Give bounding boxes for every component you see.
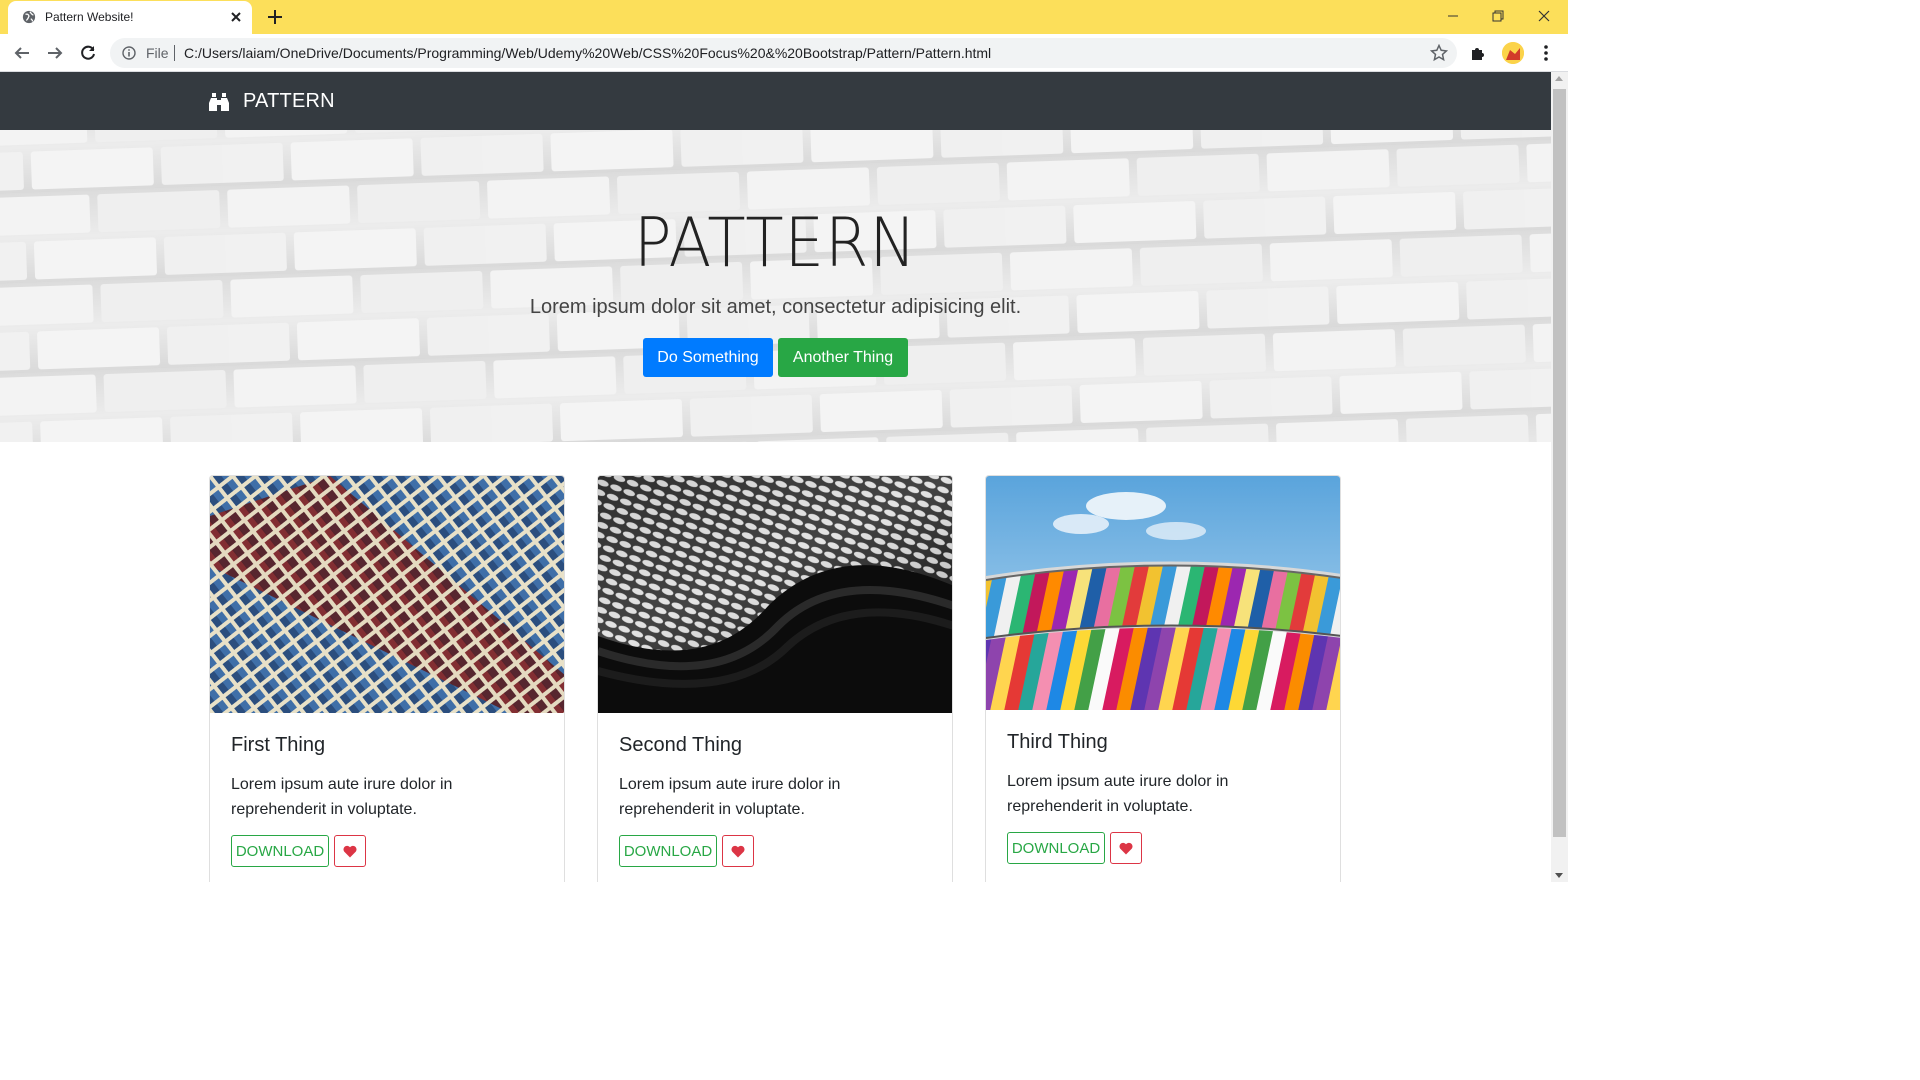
page-viewport: PATTERN PATTERN Lorem ipsum dolor sit am… <box>0 72 1551 882</box>
heart-icon <box>343 845 357 857</box>
download-button[interactable]: DOWNLOAD <box>1007 832 1105 864</box>
new-tab-icon[interactable] <box>266 8 284 26</box>
restore-button[interactable] <box>1475 0 1520 32</box>
site-navbar: PATTERN <box>0 72 1551 130</box>
page-scrollbar[interactable] <box>1551 72 1568 882</box>
scroll-up-arrow-icon[interactable] <box>1555 76 1563 81</box>
restore-icon <box>1492 10 1503 22</box>
card-second-thing: Second Thing Lorem ipsum aute irure dolo… <box>597 475 953 882</box>
scheme-separator <box>174 45 175 61</box>
arrow-right-icon <box>48 47 63 59</box>
close-tab-icon[interactable] <box>229 10 243 24</box>
download-button[interactable]: DOWNLOAD <box>619 835 717 867</box>
window-close-button[interactable] <box>1521 0 1566 32</box>
navbar-brand[interactable]: PATTERN <box>243 90 335 113</box>
hero-jumbotron: PATTERN Lorem ipsum dolor sit amet, cons… <box>0 130 1551 442</box>
close-icon <box>1538 10 1549 22</box>
another-thing-button[interactable]: Another Thing <box>778 338 908 377</box>
card-third-thing: Third Thing Lorem ipsum aute irure dolor… <box>985 475 1341 882</box>
reload-button[interactable] <box>76 41 100 65</box>
back-button[interactable] <box>10 41 34 65</box>
browser-toolbar: File C:/Users/laiam/OneDrive/Documents/P… <box>0 34 1568 72</box>
address-bar[interactable]: File C:/Users/laiam/OneDrive/Documents/P… <box>110 38 1457 68</box>
card-image-colorful-panels <box>986 476 1340 710</box>
minimize-button[interactable] <box>1430 0 1475 32</box>
do-something-button[interactable]: Do Something <box>643 338 773 377</box>
card-text: Lorem ipsum aute irure dolor in reprehen… <box>619 776 841 818</box>
scheme-label: File <box>146 45 169 61</box>
card-title: First Thing <box>231 734 326 756</box>
url-text[interactable]: C:/Users/laiam/OneDrive/Documents/Progra… <box>184 45 991 61</box>
binoculars-icon <box>209 93 229 111</box>
reload-icon <box>81 45 95 60</box>
profile-avatar[interactable] <box>1502 42 1524 64</box>
card-text: Lorem ipsum aute irure dolor in reprehen… <box>1007 773 1229 815</box>
heart-icon <box>731 845 745 857</box>
card-title: Second Thing <box>619 734 743 756</box>
kebab-menu-icon[interactable] <box>1538 43 1554 63</box>
browser-titlebar: Pattern Website! <box>0 0 1568 34</box>
tab-title: Pattern Website! <box>45 10 134 24</box>
scroll-down-arrow-icon[interactable] <box>1555 873 1563 878</box>
card-text: Lorem ipsum aute irure dolor in reprehen… <box>231 776 453 818</box>
scroll-thumb[interactable] <box>1553 89 1566 837</box>
brick-wall-background <box>0 130 1551 442</box>
card-first-thing: First Thing Lorem ipsum aute irure dolor… <box>209 475 565 882</box>
heart-icon <box>1119 842 1133 854</box>
globe-icon <box>22 10 36 24</box>
download-button[interactable]: DOWNLOAD <box>231 835 329 867</box>
like-button[interactable] <box>722 835 754 867</box>
forward-button[interactable] <box>43 41 67 65</box>
info-icon[interactable] <box>122 46 136 60</box>
card-image-building-facade <box>210 476 564 713</box>
card-title: Third Thing <box>1007 731 1108 753</box>
card-image-curved-architecture <box>598 476 952 713</box>
like-button[interactable] <box>1110 832 1142 864</box>
profile-picture-icon <box>1502 42 1524 64</box>
browser-tab[interactable]: Pattern Website! <box>8 1 252 34</box>
hero-lead: Lorem ipsum dolor sit amet, consectetur … <box>529 296 1022 318</box>
hero-title: PATTERN <box>633 204 918 283</box>
arrow-left-icon <box>14 47 29 59</box>
bookmark-star-icon[interactable] <box>1430 44 1448 62</box>
minimize-icon <box>1447 15 1458 17</box>
extensions-puzzle-icon[interactable] <box>1469 43 1489 63</box>
like-button[interactable] <box>334 835 366 867</box>
